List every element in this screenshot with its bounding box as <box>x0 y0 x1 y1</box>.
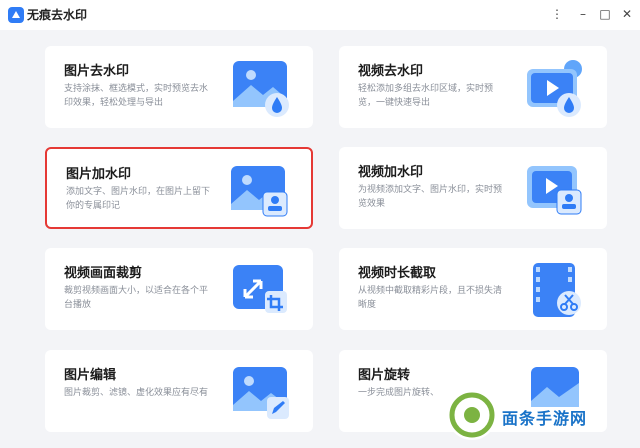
card-title: 图片去水印 <box>64 64 130 79</box>
card-description: 支持涂抹、框选模式，实时预览去水印效果，轻松处理与导出 <box>64 84 209 108</box>
image-edit-icon <box>233 367 289 419</box>
card-title: 视频加水印 <box>358 165 424 180</box>
card-video-add-watermark[interactable]: 视频加水印 为视频添加文字、图片水印，实时预览效果 <box>339 147 607 229</box>
card-video-remove-watermark[interactable]: 视频去水印 轻松添加多组去水印区域，实时预览，一键快速导出 <box>339 46 607 128</box>
card-description: 裁剪视频画面大小，以适合在各个平台播放 <box>64 286 209 310</box>
menu-button[interactable]: ⋮ <box>550 6 564 22</box>
title-bar: 无痕去水印 ⋮ – □ ✕ <box>0 0 640 30</box>
card-video-trim[interactable]: 视频时长截取 从视频中截取精彩片段，且不损失清晰度 <box>339 248 607 330</box>
maximize-button[interactable]: □ <box>598 6 612 22</box>
video-remove-watermark-icon <box>527 60 582 117</box>
app-title: 无痕去水印 <box>27 8 88 22</box>
card-image-add-watermark[interactable]: 图片加水印 添加文字、图片水印，在图片上留下你的专属印记 <box>45 147 313 229</box>
card-description: 图片裁剪、滤镜、虚化效果应有尽有 <box>64 388 209 398</box>
card-title: 视频去水印 <box>358 64 424 79</box>
image-add-watermark-icon <box>231 166 288 217</box>
video-add-watermark-icon <box>527 166 582 215</box>
card-description: 为视频添加文字、图片水印，实时预览效果 <box>358 185 503 209</box>
video-trim-icon <box>533 263 581 317</box>
site-watermark: 面条手游网 <box>440 383 640 448</box>
card-title: 图片旋转 <box>358 368 411 383</box>
card-title: 视频时长截取 <box>358 266 437 281</box>
card-title: 图片加水印 <box>66 167 132 182</box>
video-crop-icon <box>233 265 287 313</box>
card-description: 轻松添加多组去水印区域，实时预览，一键快速导出 <box>358 84 494 108</box>
close-button[interactable]: ✕ <box>620 6 634 22</box>
card-title: 视频画面裁剪 <box>64 266 143 281</box>
card-description: 添加文字、图片水印，在图片上留下你的专属印记 <box>66 187 211 211</box>
watermark-text: 面条手游网 <box>502 409 588 428</box>
app-logo-icon <box>8 7 24 23</box>
card-video-crop[interactable]: 视频画面裁剪 裁剪视频画面大小，以适合在各个平台播放 <box>45 248 313 330</box>
watermark-logo-icon <box>447 390 497 440</box>
image-remove-watermark-icon <box>233 61 289 117</box>
card-image-edit[interactable]: 图片编辑 图片裁剪、滤镜、虚化效果应有尽有 <box>45 350 313 432</box>
minimize-button[interactable]: – <box>576 6 590 22</box>
card-image-remove-watermark[interactable]: 图片去水印 支持涂抹、框选模式，实时预览去水印效果，轻松处理与导出 <box>45 46 313 128</box>
card-title: 图片编辑 <box>64 368 117 383</box>
card-description: 从视频中截取精彩片段，且不损失清晰度 <box>358 286 503 310</box>
